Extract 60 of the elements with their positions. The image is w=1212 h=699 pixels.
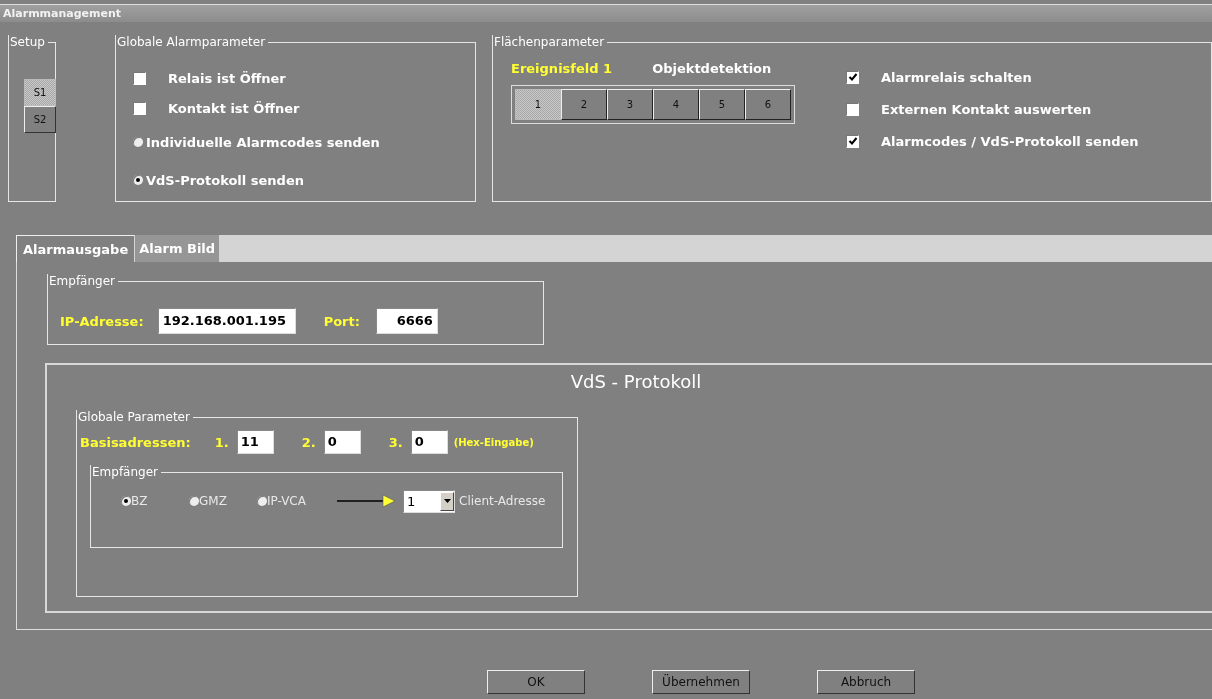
group-title: Empfänger — [90, 465, 161, 479]
option-label: VdS-Protokoll senden — [146, 172, 304, 188]
option-label: Individuelle Alarmcodes senden — [146, 134, 380, 150]
radio-button[interactable] — [133, 137, 143, 147]
radio-label: BZ — [131, 494, 148, 508]
field-button[interactable]: 4 — [653, 89, 699, 120]
ip-address-field[interactable]: 192.168.001.195 — [157, 308, 296, 334]
radio-button[interactable] — [257, 496, 267, 506]
ip-label: IP-Adresse: — [60, 313, 144, 329]
port-label: Port: — [323, 313, 360, 329]
tab[interactable]: Alarmausgabe — [16, 235, 135, 262]
option-label: Alarmcodes / VdS-Protokoll senden — [881, 133, 1139, 149]
checkbox[interactable] — [846, 70, 859, 84]
radio-label: IP-VCA — [267, 494, 306, 508]
address-field[interactable]: 0 — [323, 430, 361, 454]
setup-button[interactable]: S2 — [24, 106, 56, 133]
option-label: Alarmrelais schalten — [881, 69, 1032, 85]
address-number: 1. — [214, 434, 229, 450]
address-field[interactable]: 11 — [236, 430, 274, 454]
address-label: Basisadressen: — [80, 434, 191, 450]
checkbox[interactable] — [846, 134, 859, 148]
port-field[interactable]: 6666 — [375, 308, 438, 334]
radio-label: GMZ — [199, 494, 227, 508]
dialog-button[interactable]: Übernehmen — [652, 670, 750, 694]
dialog-button[interactable]: OK — [487, 670, 585, 694]
checkbox[interactable] — [133, 101, 146, 115]
field-button[interactable]: 1 — [515, 89, 561, 120]
field-label: Ereignisfeld 1 — [511, 61, 613, 78]
arrow-icon — [337, 494, 397, 508]
hint-text: (Hex-Eingabe) — [453, 436, 534, 448]
address-number: 2. — [301, 434, 316, 450]
detection-label: Objektdetektion — [652, 61, 772, 78]
option-label: Relais ist Öffner — [168, 70, 286, 86]
field-button[interactable]: 5 — [699, 89, 745, 120]
dialog-button[interactable]: Abbruch — [817, 670, 915, 694]
field-button[interactable]: 3 — [607, 89, 653, 120]
checkbox[interactable] — [133, 71, 146, 85]
setup-button[interactable]: S1 — [24, 79, 56, 106]
option-label: Kontakt ist Öffner — [168, 100, 300, 116]
checkbox[interactable] — [846, 102, 859, 116]
radio-button[interactable] — [133, 175, 143, 185]
address-field[interactable]: 0 — [410, 430, 448, 454]
group-title: Setup — [8, 35, 48, 49]
radio-button[interactable] — [189, 496, 199, 506]
client-dropdown[interactable]: 1 — [403, 489, 455, 513]
field-button[interactable]: 6 — [745, 89, 791, 120]
field-button[interactable]: 2 — [561, 89, 607, 120]
window-title: Alarmmanagement — [0, 4, 1212, 22]
panel-title: VdS - Protokoll — [569, 371, 703, 394]
radio-button[interactable] — [121, 496, 131, 506]
tab[interactable]: Alarm Bild — [135, 235, 220, 262]
group-title: Globale Alarmparameter — [115, 35, 269, 49]
caret-icon — [443, 499, 451, 503]
address-number: 3. — [388, 434, 403, 450]
option-label: Externen Kontakt auswerten — [881, 101, 1092, 117]
group-title: Flächenparameter — [492, 35, 608, 49]
group-title: Empfänger — [47, 274, 118, 288]
dropdown-value: 1 — [407, 493, 416, 509]
client-label: Client-Adresse — [459, 494, 546, 508]
group-title: Globale Parameter — [76, 410, 193, 424]
